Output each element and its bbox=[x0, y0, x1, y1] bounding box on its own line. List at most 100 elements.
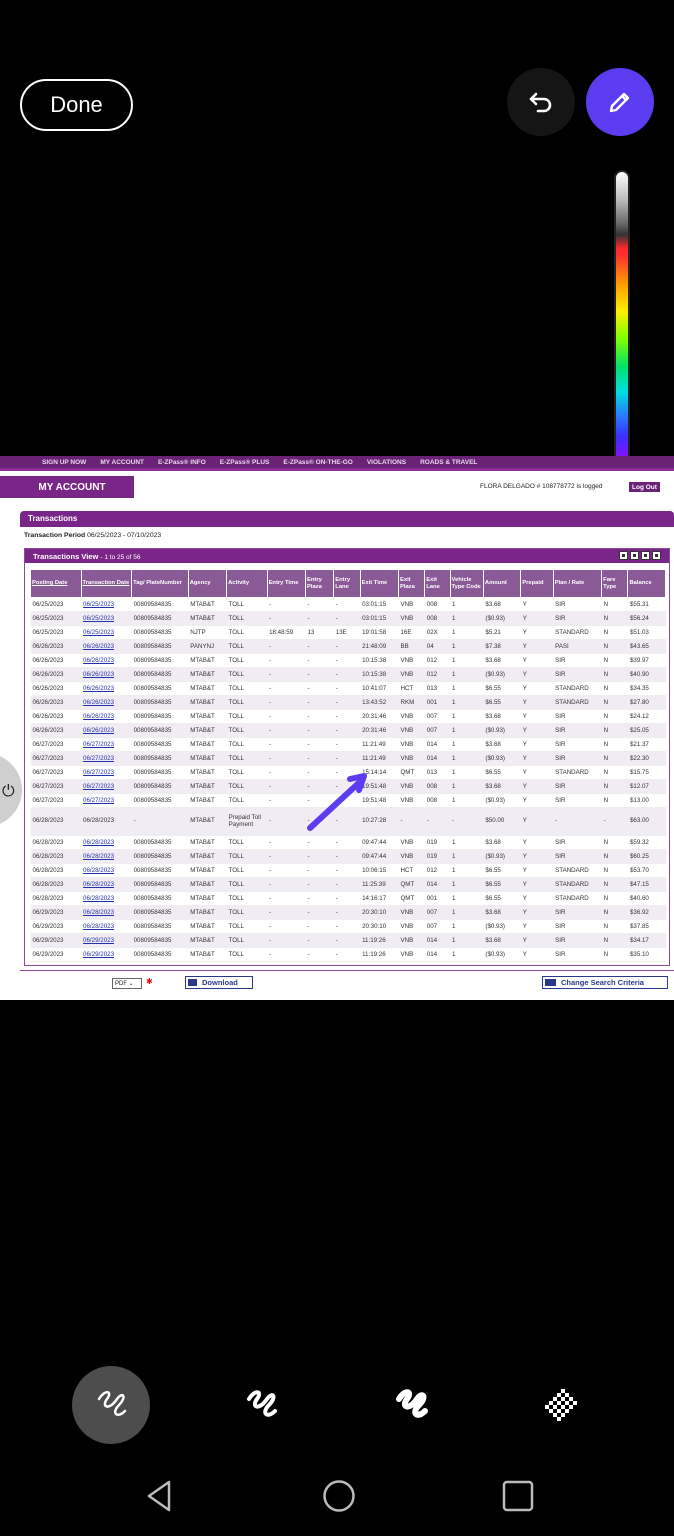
table-cell[interactable]: 06/28/2023 bbox=[81, 905, 132, 920]
table-cell: $22.30 bbox=[627, 751, 666, 766]
recents-button[interactable] bbox=[494, 1470, 542, 1522]
table-cell: 1 bbox=[450, 793, 484, 808]
table-cell: - bbox=[305, 723, 334, 738]
table-cell[interactable]: 06/25/2023 bbox=[81, 611, 132, 626]
period-label: Transaction Period bbox=[24, 532, 86, 539]
table-cell: $39.97 bbox=[627, 653, 666, 668]
table-cell: MTAB&T bbox=[188, 709, 227, 724]
table-cell[interactable]: 06/25/2023 bbox=[81, 625, 132, 640]
table-cell[interactable]: 06/27/2023 bbox=[81, 779, 132, 794]
table-cell: 1 bbox=[450, 597, 484, 612]
table-cell: 00809584835 bbox=[131, 779, 189, 794]
screenshot-canvas[interactable]: SIGN UP NOW MY ACCOUNT E-ZPass® INFO E-ZPas… bbox=[0, 456, 674, 1000]
table-cell: $47.15 bbox=[627, 877, 666, 892]
site-nav-link[interactable]: SIGN UP NOW bbox=[42, 459, 86, 466]
brush-pixelate[interactable] bbox=[522, 1366, 600, 1444]
table-cell: N bbox=[601, 611, 628, 626]
table-cell[interactable]: 06/27/2023 bbox=[81, 793, 132, 808]
table-cell[interactable]: 06/26/2023 bbox=[81, 709, 132, 724]
column-header[interactable]: Posting Date bbox=[30, 569, 82, 598]
table-cell: 014 bbox=[424, 751, 451, 766]
table-cell[interactable]: 06/26/2023 bbox=[81, 667, 132, 682]
table-cell: SIR bbox=[553, 751, 602, 766]
site-nav-link[interactable]: E-ZPass® INFO bbox=[158, 459, 206, 466]
site-nav-link[interactable]: VIOLATIONS bbox=[367, 459, 406, 466]
table-cell: ($0.93) bbox=[483, 667, 521, 682]
table-cell[interactable]: 06/28/2023 bbox=[81, 919, 132, 934]
table-cell[interactable]: 06/28/2023 bbox=[81, 863, 132, 878]
home-button[interactable] bbox=[315, 1470, 363, 1522]
download-button[interactable]: Download bbox=[185, 976, 253, 989]
table-row: 06/27/2023 06/27/2023 00809584835 MTAB&T TOL… bbox=[30, 779, 666, 794]
table-cell: 06/29/2023 bbox=[30, 919, 82, 934]
table-cell: 1 bbox=[450, 653, 484, 668]
table-cell: MTAB&T bbox=[188, 695, 227, 710]
table-cell: 06/27/2023 bbox=[30, 779, 82, 794]
table-cell[interactable]: 06/26/2023 bbox=[81, 681, 132, 696]
table-cell: QMT bbox=[398, 891, 425, 906]
table-cell: 19:51:48 bbox=[360, 779, 399, 794]
table-cell: $6.55 bbox=[483, 695, 521, 710]
table-cell: - bbox=[305, 863, 334, 878]
table-cell: $5.21 bbox=[483, 625, 521, 640]
table-cell: - bbox=[333, 863, 361, 878]
last-page-icon[interactable] bbox=[652, 551, 661, 560]
table-cell[interactable]: 06/28/2023 bbox=[81, 835, 132, 850]
table-cell: - bbox=[333, 681, 361, 696]
brush-thick[interactable] bbox=[372, 1366, 450, 1444]
pen-button[interactable] bbox=[586, 68, 654, 136]
table-cell: 00809584835 bbox=[131, 597, 189, 612]
table-cell[interactable]: 06/26/2023 bbox=[81, 695, 132, 710]
first-page-icon[interactable] bbox=[619, 551, 628, 560]
table-cell[interactable]: 06/26/2023 bbox=[81, 639, 132, 654]
back-button[interactable] bbox=[136, 1470, 184, 1522]
site-nav-link[interactable]: E-ZPass® ON-THE-GO bbox=[283, 459, 352, 466]
table-cell[interactable]: 06/25/2023 bbox=[81, 597, 132, 612]
site-nav-link[interactable]: ROADS & TRAVEL bbox=[420, 459, 477, 466]
table-cell: VNB bbox=[398, 611, 425, 626]
table-cell: 06/25/2023 bbox=[30, 597, 82, 612]
table-cell[interactable]: 06/28/2023 bbox=[81, 877, 132, 892]
logout-button[interactable]: Log Out bbox=[628, 481, 661, 493]
next-page-icon[interactable] bbox=[641, 551, 650, 560]
table-cell: MTAB&T bbox=[188, 597, 227, 612]
table-cell: - bbox=[424, 807, 451, 836]
table-cell: $55.31 bbox=[627, 597, 666, 612]
table-cell: 019 bbox=[424, 835, 451, 850]
site-nav-link[interactable]: MY ACCOUNT bbox=[100, 459, 144, 466]
prev-page-icon[interactable] bbox=[630, 551, 639, 560]
table-cell[interactable]: 06/29/2023 bbox=[81, 947, 132, 962]
table-cell: 00809584835 bbox=[131, 611, 189, 626]
undo-button[interactable] bbox=[507, 68, 575, 136]
table-cell[interactable]: 06/29/2023 bbox=[81, 933, 132, 948]
table-cell[interactable]: 06/26/2023 bbox=[81, 723, 132, 738]
table-cell: SIR bbox=[553, 653, 602, 668]
table-cell[interactable]: 06/27/2023 bbox=[81, 765, 132, 780]
table-cell: 1 bbox=[450, 933, 484, 948]
table-cell[interactable]: 06/27/2023 bbox=[81, 737, 132, 752]
done-button[interactable]: Done bbox=[20, 79, 133, 131]
table-row: 06/27/2023 06/27/2023 00809584835 MTAB&T TOL… bbox=[30, 765, 666, 780]
column-header: Amount bbox=[482, 569, 522, 598]
table-cell[interactable]: 06/26/2023 bbox=[81, 653, 132, 668]
change-search-criteria-button[interactable]: Change Search Criteria bbox=[542, 976, 668, 989]
table-row: 06/29/2023 06/29/2023 00809584835 MTAB&T TOL… bbox=[30, 947, 666, 962]
table-cell: - bbox=[267, 863, 306, 878]
table-cell: Y bbox=[520, 779, 554, 794]
table-cell: - bbox=[333, 695, 361, 710]
brush-medium[interactable] bbox=[222, 1366, 300, 1444]
view-title: Transactions View bbox=[33, 552, 99, 561]
table-cell[interactable]: 06/28/2023 bbox=[81, 891, 132, 906]
brush-thin[interactable] bbox=[72, 1366, 150, 1444]
my-account-tab[interactable]: MY ACCOUNT bbox=[0, 476, 134, 498]
table-cell: $40.60 bbox=[627, 891, 666, 906]
table-cell: Y bbox=[520, 933, 554, 948]
table-cell: SIR bbox=[553, 947, 602, 962]
table-cell[interactable]: 06/28/2023 bbox=[81, 849, 132, 864]
format-select[interactable]: PDF ⌄ bbox=[112, 978, 142, 989]
column-header[interactable]: Transaction Date bbox=[80, 569, 133, 598]
table-cell[interactable]: 06/27/2023 bbox=[81, 751, 132, 766]
site-nav-link[interactable]: E-ZPass® PLUS bbox=[220, 459, 270, 466]
table-cell: VNB bbox=[398, 793, 425, 808]
table-row: 06/25/2023 06/25/2023 00809584835 NJTP TOLL 1… bbox=[30, 625, 666, 640]
